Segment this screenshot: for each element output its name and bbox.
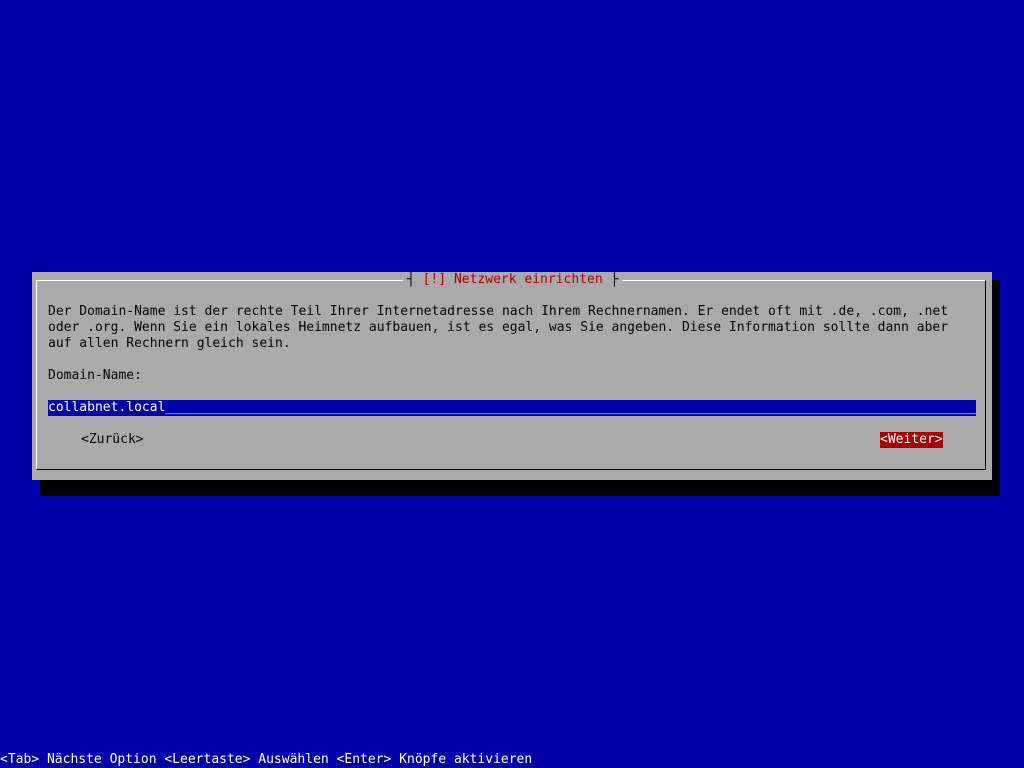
description-line: oder .org. Wenn Sie ein lokales Heimnetz… — [48, 320, 949, 335]
title-bar-right: ├ — [610, 272, 619, 287]
dialog-description: Der Domain-Name ist der rechte Teil Ihre… — [48, 304, 972, 352]
title-bar-left: ┤ — [407, 272, 415, 287]
dialog-title: ┤ [!] Netzwerk einrichten ├ — [403, 272, 623, 288]
network-config-dialog: ┤ [!] Netzwerk einrichten ├ Der Domain-N… — [32, 272, 992, 480]
description-line: Der Domain-Name ist der rechte Teil Ihre… — [48, 304, 949, 319]
domain-name-label: Domain-Name: — [48, 368, 142, 383]
domain-name-value: collabnet.local — [48, 400, 166, 415]
domain-name-input[interactable]: collabnet.local_________________________… — [48, 400, 976, 416]
installer-screen: ┤ [!] Netzwerk einrichten ├ Der Domain-N… — [0, 0, 1024, 768]
back-button[interactable]: <Zurück> — [81, 432, 144, 448]
description-line: auf allen Rechnern gleich sein. — [48, 336, 291, 351]
dialog-title-text: [!] Netzwerk einrichten — [422, 272, 603, 287]
dialog-shadow-right — [992, 280, 1000, 496]
help-statusline: <Tab> Nächste Option <Leertaste> Auswähl… — [0, 752, 533, 767]
input-underscore-fill: ________________________________________… — [165, 400, 976, 415]
dialog-shadow — [40, 480, 1000, 496]
next-button[interactable]: <Weiter> — [880, 432, 943, 448]
